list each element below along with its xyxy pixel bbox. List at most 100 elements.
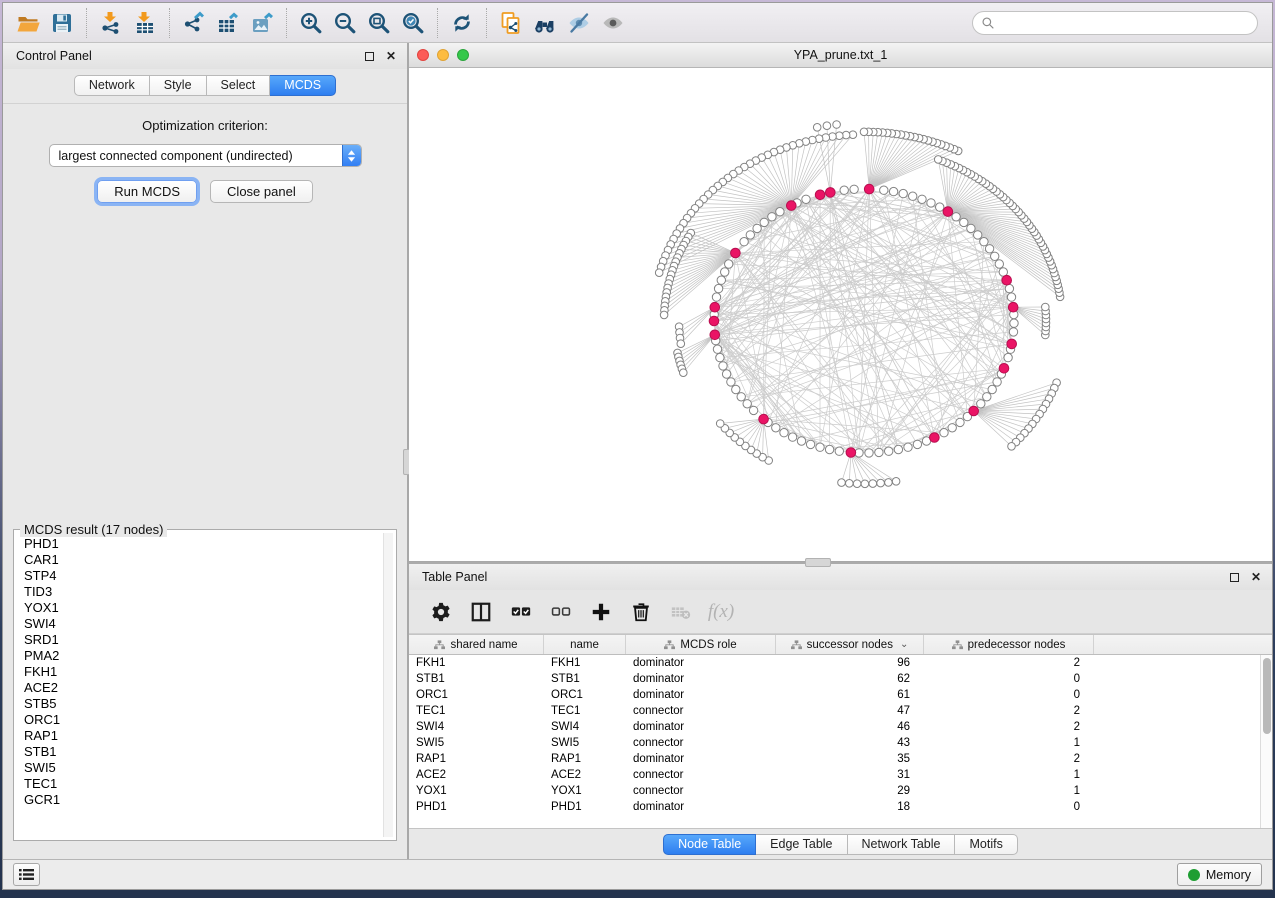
graph-node[interactable] <box>746 231 754 239</box>
graph-node[interactable] <box>816 443 824 451</box>
dominator-node[interactable] <box>846 448 856 458</box>
export-image-button[interactable] <box>245 7 279 39</box>
graph-node[interactable] <box>860 128 868 136</box>
table-row[interactable]: SWI4SWI4dominator462 <box>409 719 1272 735</box>
graph-node[interactable] <box>991 252 999 260</box>
graph-node[interactable] <box>788 433 796 441</box>
search-input[interactable] <box>1001 16 1249 30</box>
mcds-result-item[interactable]: TEC1 <box>24 776 382 792</box>
graph-node[interactable] <box>714 284 722 292</box>
table-row[interactable]: ORC1ORC1dominator610 <box>409 687 1272 703</box>
graph-node[interactable] <box>995 260 1003 268</box>
table-row[interactable]: RAP1RAP1dominator352 <box>409 751 1272 767</box>
zoom-selected-button[interactable] <box>396 7 430 39</box>
graph-node[interactable] <box>743 400 751 408</box>
show-all-button[interactable] <box>596 7 630 39</box>
mcds-result-item[interactable]: YOX1 <box>24 600 382 616</box>
graph-node[interactable] <box>885 447 893 455</box>
open-file-button[interactable] <box>11 7 45 39</box>
graph-node[interactable] <box>952 213 960 221</box>
run-mcds-button[interactable]: Run MCDS <box>97 180 197 203</box>
graph-node[interactable] <box>717 276 725 284</box>
graph-node[interactable] <box>993 378 1001 386</box>
dominator-node[interactable] <box>787 201 797 211</box>
graph-node[interactable] <box>680 369 688 377</box>
graph-node[interactable] <box>740 238 748 246</box>
graph-node[interactable] <box>880 186 888 194</box>
column-header-name[interactable]: name <box>544 635 626 654</box>
dominator-node[interactable] <box>710 302 720 312</box>
tab-node-table[interactable]: Node Table <box>663 834 756 855</box>
tab-network[interactable]: Network <box>74 75 150 96</box>
graph-node[interactable] <box>1042 303 1050 311</box>
sort-arrow-icon[interactable]: ⌄ <box>900 639 908 650</box>
mcds-result-list[interactable]: PHD1CAR1STP4TID3YOX1SWI4SRD1PMA2FKH1ACE2… <box>17 534 382 837</box>
dominator-node[interactable] <box>969 406 979 416</box>
graph-node[interactable] <box>655 269 663 277</box>
table-scrollbar[interactable] <box>1260 655 1272 828</box>
graph-node[interactable] <box>660 311 668 319</box>
graph-node[interactable] <box>865 449 873 457</box>
mcds-result-item[interactable]: PMA2 <box>24 648 382 664</box>
graph-node[interactable] <box>719 362 727 370</box>
zoom-out-button[interactable] <box>328 7 362 39</box>
graph-node[interactable] <box>983 393 991 401</box>
mcds-result-item[interactable]: GCR1 <box>24 792 382 808</box>
dominator-node[interactable] <box>710 330 720 340</box>
graph-node[interactable] <box>712 293 720 301</box>
splitter-handle[interactable] <box>805 558 831 567</box>
graph-node[interactable] <box>918 195 926 203</box>
graph-node[interactable] <box>909 192 917 200</box>
graph-node[interactable] <box>760 218 768 226</box>
dominator-node[interactable] <box>1007 339 1017 349</box>
graph-node[interactable] <box>977 400 985 408</box>
checked-boxes-button[interactable] <box>503 595 539 629</box>
close-panel-button[interactable]: Close panel <box>210 180 313 203</box>
graph-node[interactable] <box>833 121 841 129</box>
graph-node[interactable] <box>823 122 831 130</box>
memory-button[interactable]: Memory <box>1177 863 1262 886</box>
graph-node[interactable] <box>1007 293 1015 301</box>
graph-node[interactable] <box>861 480 869 488</box>
close-panel-icon[interactable]: ✕ <box>1248 569 1264 585</box>
mcds-result-item[interactable]: SWI5 <box>24 760 382 776</box>
dominator-node[interactable] <box>815 190 825 200</box>
graph-node[interactable] <box>772 424 780 432</box>
table-row[interactable]: STB1STB1dominator620 <box>409 671 1272 687</box>
dominator-node[interactable] <box>826 188 836 198</box>
tab-network-table[interactable]: Network Table <box>848 834 956 855</box>
dominator-node[interactable] <box>731 248 741 258</box>
refresh-view-button[interactable] <box>445 7 479 39</box>
network-graph[interactable] <box>409 68 1272 560</box>
graph-node[interactable] <box>721 268 729 276</box>
mcds-result-item[interactable]: FKH1 <box>24 664 382 680</box>
column-header-successor-nodes[interactable]: successor nodes⌄ <box>776 635 924 654</box>
dominator-node[interactable] <box>864 184 874 194</box>
columns-button[interactable] <box>463 595 499 629</box>
graph-node[interactable] <box>894 445 902 453</box>
mcds-list-scrollbar[interactable] <box>383 533 393 837</box>
graph-node[interactable] <box>749 406 757 414</box>
save-session-button[interactable] <box>45 7 79 39</box>
mcds-result-item[interactable]: ACE2 <box>24 680 382 696</box>
graph-node[interactable] <box>913 440 921 448</box>
graph-node[interactable] <box>869 480 877 488</box>
column-header-shared-name[interactable]: shared name <box>409 635 544 654</box>
graph-node[interactable] <box>838 479 846 487</box>
graph-node[interactable] <box>853 480 861 488</box>
graph-node[interactable] <box>904 443 912 451</box>
graph-node[interactable] <box>840 186 848 194</box>
export-table-button[interactable] <box>211 7 245 39</box>
delete-column-button[interactable] <box>623 595 659 629</box>
graph-node[interactable] <box>806 440 814 448</box>
zoom-fit-button[interactable] <box>362 7 396 39</box>
graph-node[interactable] <box>948 424 956 432</box>
dominator-node[interactable] <box>1002 275 1012 285</box>
mcds-result-item[interactable]: STP4 <box>24 568 382 584</box>
mcds-result-item[interactable]: TID3 <box>24 584 382 600</box>
graph-node[interactable] <box>960 218 968 226</box>
optimization-criterion-dropdown[interactable]: largest connected component (undirected) <box>49 144 362 167</box>
import-table-button[interactable] <box>128 7 162 39</box>
graph-node[interactable] <box>727 378 735 386</box>
mcds-result-item[interactable]: CAR1 <box>24 552 382 568</box>
